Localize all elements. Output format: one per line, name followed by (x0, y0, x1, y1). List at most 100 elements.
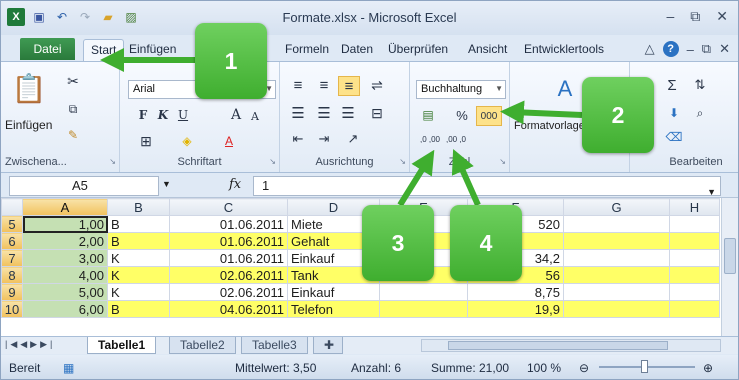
cell[interactable] (563, 300, 670, 318)
accounting-icon[interactable]: ▤ (418, 106, 438, 124)
row-header[interactable]: 7 (1, 249, 23, 267)
fill-color-icon[interactable]: ◈ (176, 132, 198, 150)
align-top-icon[interactable]: ≡ (288, 76, 308, 94)
column-header[interactable]: C (169, 198, 288, 216)
cell[interactable] (563, 249, 670, 267)
cell[interactable] (669, 266, 720, 284)
cell[interactable]: B (107, 215, 170, 233)
cell[interactable]: 02.06.2011 (169, 266, 288, 284)
close-workbook-icon[interactable]: ✕ (719, 41, 730, 57)
cell[interactable]: 1,00 (22, 215, 108, 233)
cell[interactable]: 8,75 (467, 283, 564, 301)
minimize-button[interactable]: – (666, 8, 674, 25)
cell[interactable] (669, 232, 720, 250)
cell[interactable]: 04.06.2011 (169, 300, 288, 318)
copy-icon[interactable]: ⧉ (63, 100, 83, 118)
bold-button[interactable]: F (136, 106, 150, 124)
align-bottom-icon[interactable]: ≡ (338, 76, 360, 96)
cell[interactable]: 3,00 (22, 249, 108, 267)
help-icon[interactable]: ? (662, 41, 679, 57)
number-launcher-icon[interactable]: ↘ (499, 157, 506, 166)
horizontal-scrollbar[interactable] (421, 339, 721, 352)
wrap-text-icon[interactable]: ⇌ (366, 76, 388, 94)
paste-icon[interactable]: 📋 (11, 70, 47, 106)
cut-icon[interactable]: ✂ (63, 72, 83, 90)
cell[interactable] (379, 300, 468, 318)
cell[interactable]: 4,00 (22, 266, 108, 284)
cell[interactable] (563, 283, 670, 301)
sheet-nav-arrows-icon[interactable]: |◀◀▶▶| (5, 339, 55, 350)
sheet-tab-3[interactable]: Tabelle3 (241, 337, 308, 354)
scroll-thumb[interactable] (448, 341, 668, 350)
align-left-icon[interactable]: ☰ (288, 104, 308, 122)
cell[interactable]: Telefon (287, 300, 380, 318)
thousands-separator-button[interactable]: 000 (476, 106, 502, 126)
italic-button[interactable]: K (156, 106, 170, 124)
cell[interactable]: 5,00 (22, 283, 108, 301)
cell[interactable] (669, 215, 720, 233)
align-middle-icon[interactable]: ≡ (314, 76, 334, 94)
cell[interactable]: K (107, 249, 170, 267)
row-header[interactable]: 10 (1, 300, 23, 318)
row-header[interactable]: 8 (1, 266, 23, 284)
sheet-tab-2[interactable]: Tabelle2 (169, 337, 236, 354)
zoom-in-icon[interactable]: ⊕ (703, 361, 713, 375)
vertical-scrollbar[interactable] (721, 198, 738, 336)
name-box[interactable]: A5 (9, 176, 159, 196)
autosum-button[interactable]: Σ (664, 76, 680, 94)
cell[interactable] (669, 283, 720, 301)
column-header[interactable]: H (669, 198, 720, 216)
font-launcher-icon[interactable]: ↘ (269, 157, 276, 166)
cell[interactable]: B (107, 232, 170, 250)
cell[interactable]: 01.06.2011 (169, 232, 288, 250)
cell[interactable]: 01.06.2011 (169, 215, 288, 233)
insert-sheet-icon[interactable]: ✚ (313, 337, 343, 354)
tab-developer[interactable]: Entwicklertools (524, 39, 604, 61)
cell[interactable]: K (107, 266, 170, 284)
cell[interactable] (563, 232, 670, 250)
decrease-indent-icon[interactable]: ⇤ (288, 130, 308, 148)
select-all-corner[interactable] (1, 198, 23, 216)
cell[interactable] (563, 266, 670, 284)
cell[interactable]: 2,00 (22, 232, 108, 250)
paste-label[interactable]: Einfügen (5, 118, 52, 132)
increase-indent-icon[interactable]: ⇥ (314, 130, 334, 148)
clear-icon[interactable]: ⌫ (664, 128, 684, 146)
merge-center-icon[interactable]: ⊟ (366, 104, 388, 122)
alignment-launcher-icon[interactable]: ↘ (399, 157, 406, 166)
restore-workbook-icon[interactable]: ⧉ (702, 41, 711, 57)
column-header[interactable]: B (107, 198, 170, 216)
find-select-icon[interactable]: ⌕ (690, 104, 710, 122)
zoom-slider-knob[interactable] (641, 360, 648, 373)
row-header[interactable]: 9 (1, 283, 23, 301)
cell[interactable]: 02.06.2011 (169, 283, 288, 301)
column-header[interactable]: A (22, 198, 108, 216)
row-header[interactable]: 6 (1, 232, 23, 250)
tab-start[interactable]: Start (83, 39, 125, 61)
align-center-icon[interactable]: ☰ (314, 104, 334, 122)
scroll-thumb[interactable] (724, 238, 736, 274)
shrink-font-button[interactable]: A (248, 108, 262, 124)
format-painter-icon[interactable]: ✎ (63, 126, 83, 144)
decrease-decimal-button[interactable]: ,00 ,0 (444, 130, 468, 150)
cell[interactable]: 01.06.2011 (169, 249, 288, 267)
underline-button[interactable]: U (176, 106, 190, 124)
min-workbook-icon[interactable]: – (687, 42, 694, 57)
ribbon-collapse-icon[interactable]: △ (645, 41, 655, 57)
number-format-dropdown[interactable]: Buchhaltung ▼ (416, 80, 506, 99)
increase-decimal-button[interactable]: ,0 ,00 (418, 130, 442, 150)
cell[interactable] (669, 300, 720, 318)
cell[interactable]: Einkauf (287, 283, 380, 301)
orientation-icon[interactable]: ↗ (342, 130, 364, 148)
styles-icon[interactable]: A (550, 74, 580, 104)
cell[interactable]: 6,00 (22, 300, 108, 318)
row-header[interactable]: 5 (1, 215, 23, 233)
macro-record-icon[interactable]: ▦ (63, 361, 74, 375)
borders-icon[interactable]: ⊞ (136, 132, 156, 150)
tab-review[interactable]: Überprüfen (388, 39, 448, 61)
sort-filter-icon[interactable]: ⇅ (690, 76, 710, 94)
styles-label[interactable]: Formatvorlagen (514, 120, 591, 132)
chevron-down-icon[interactable]: ▼ (162, 179, 171, 189)
fill-icon[interactable]: ⬇ (664, 104, 684, 122)
cell[interactable] (563, 215, 670, 233)
